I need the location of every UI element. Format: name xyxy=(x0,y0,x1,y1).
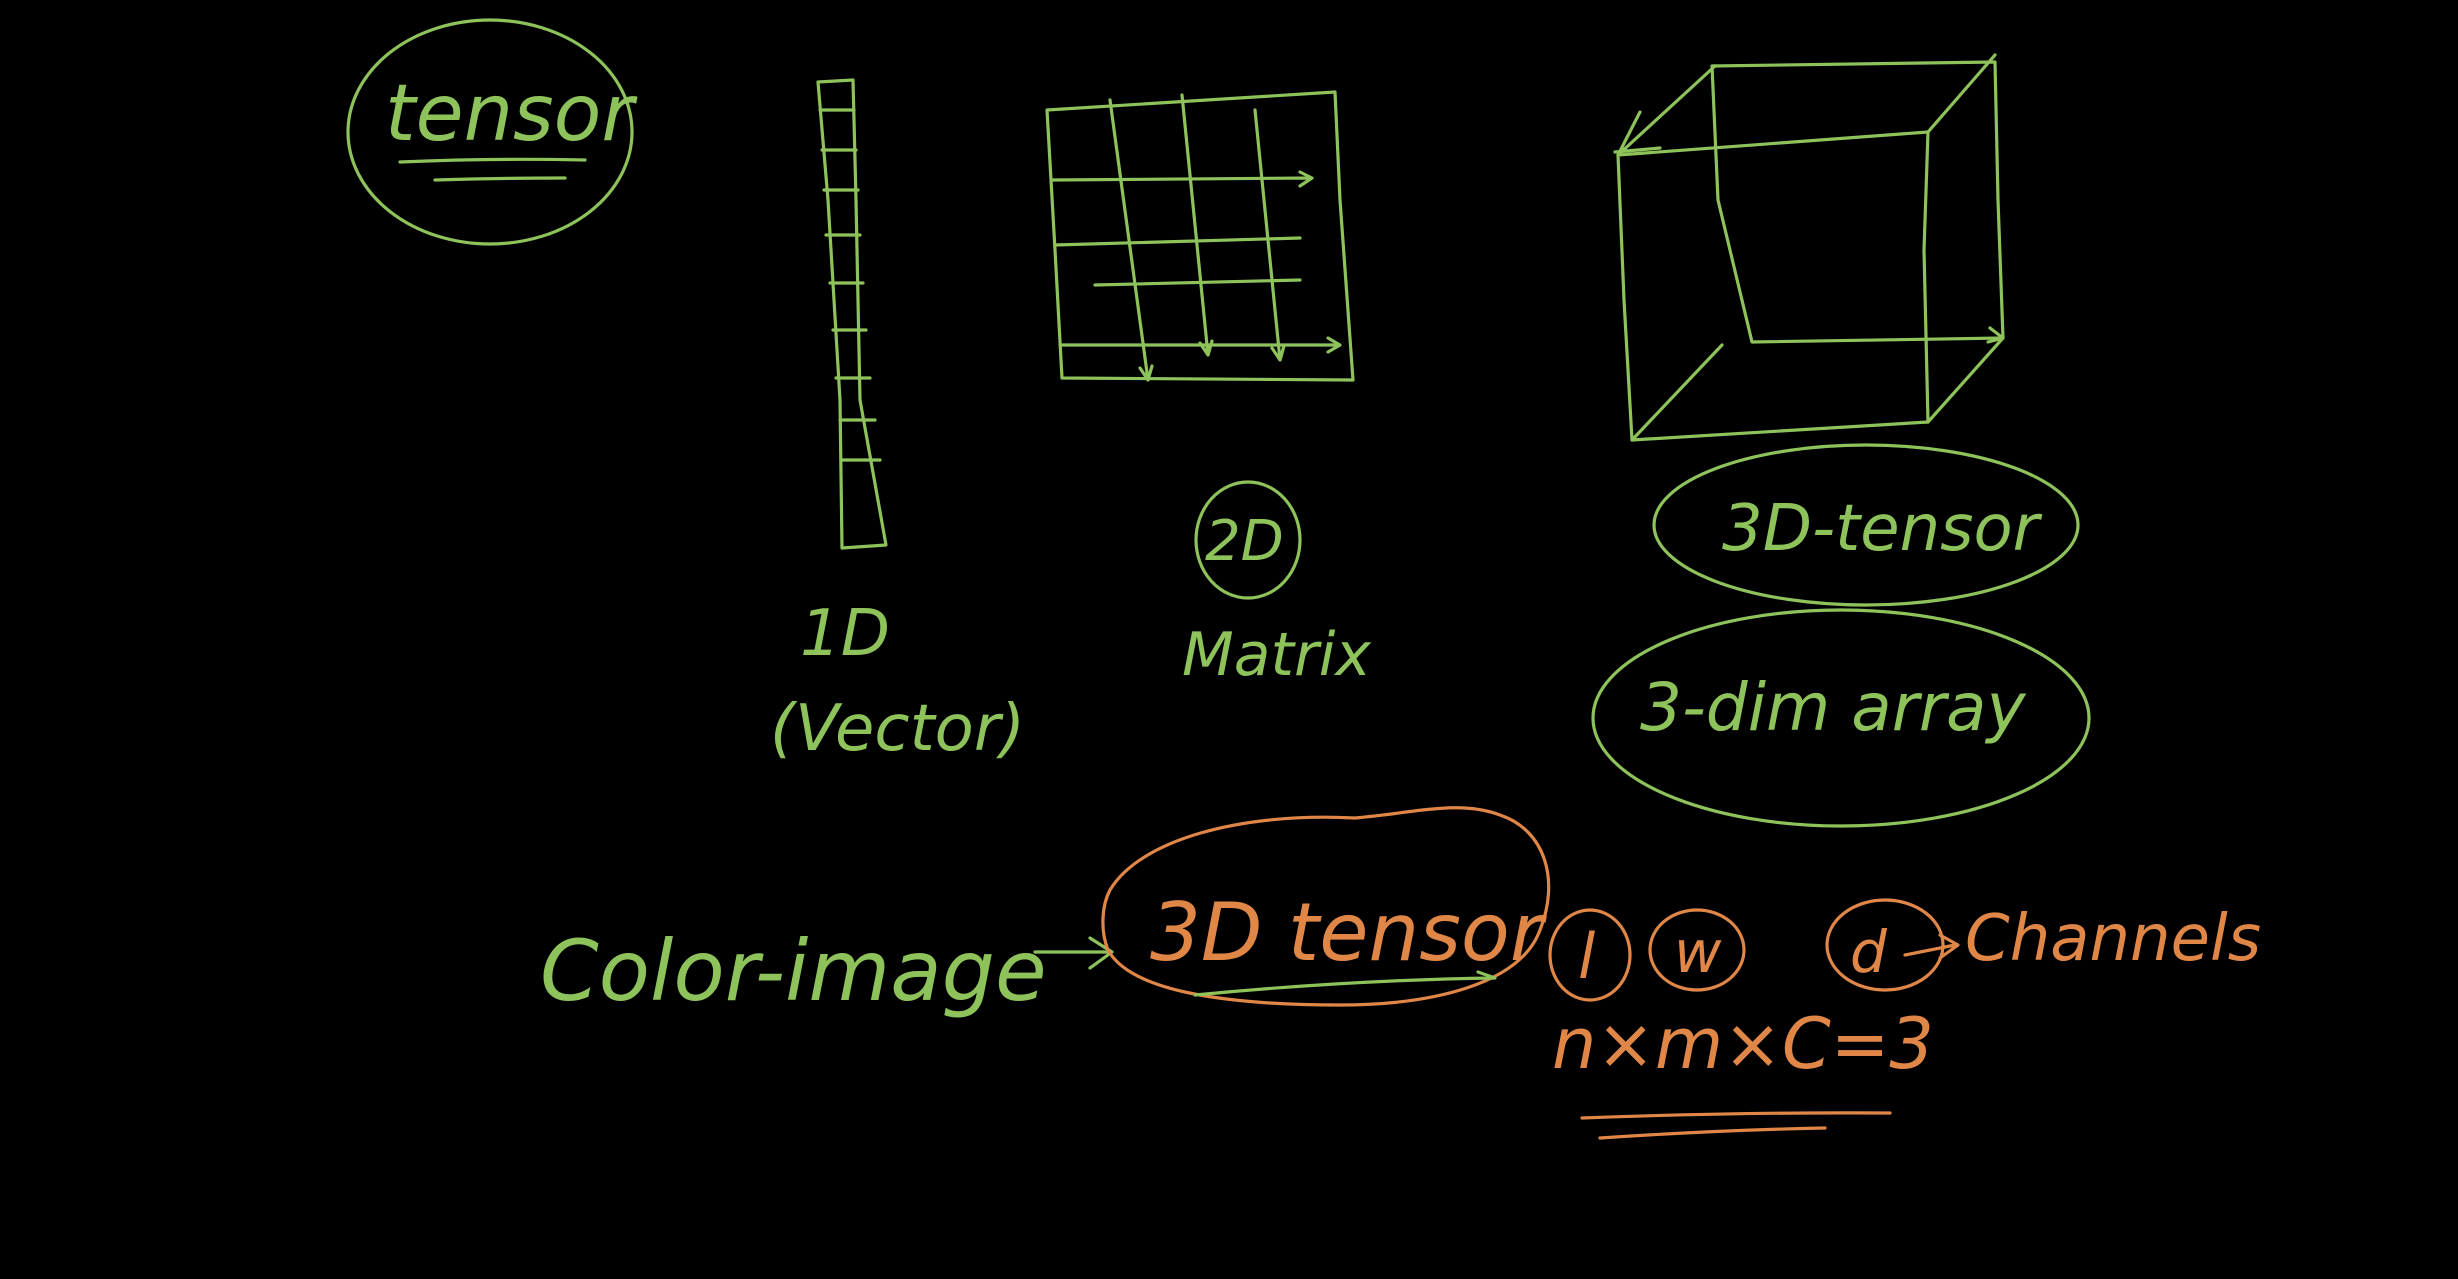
matrix-outline xyxy=(1045,90,1355,382)
matrix-label: Matrix xyxy=(1182,620,1371,690)
tensor-title-underline xyxy=(398,157,587,182)
channels-arrow xyxy=(1903,933,1960,960)
tensor-title-text: tensor xyxy=(385,69,638,159)
cube-front-face xyxy=(1616,130,1930,442)
matrix-columns xyxy=(1108,93,1286,382)
formula-underline xyxy=(1580,1111,1892,1140)
vector-1d-label: 1D xyxy=(800,597,890,671)
three-dim-array-label: 3-dim array xyxy=(1640,669,2026,746)
whiteboard-canvas: tensor 1D (Vector) 2D Matrix 3D-tensor 3… xyxy=(0,0,2458,1274)
whiteboard-svg: tensor 1D (Vector) 2D Matrix 3D-tensor 3… xyxy=(346,18,2261,1140)
three-d-tensor-orange-label: 3D tensor xyxy=(1150,886,1548,979)
dim-w-label: w xyxy=(1674,918,1722,986)
tensor-title-group: tensor xyxy=(346,18,638,246)
dim-d-label: d xyxy=(1850,918,1888,986)
cube-3d-diagram: 3D-tensor 3-dim array xyxy=(1591,53,2091,828)
color-image-label: Color-image xyxy=(540,922,1047,1020)
vector-strip-cells xyxy=(818,108,882,462)
three-d-tensor-label: 3D-tensor xyxy=(1722,492,2043,566)
cube-back-face xyxy=(1710,60,2005,344)
vector-label: (Vector) xyxy=(770,692,1025,766)
vector-1d-diagram: 1D (Vector) xyxy=(770,78,1025,766)
dim-l-label: l xyxy=(1578,920,1595,993)
dimensions-group: l w d Channels n×m×C=3 xyxy=(1548,898,2261,1140)
matrix-2d-label: 2D xyxy=(1205,509,1284,574)
matrix-rows xyxy=(1050,170,1342,354)
matrix-2d-diagram: 2D Matrix xyxy=(1045,90,1371,690)
cube-edges xyxy=(1613,53,2005,442)
color-image-row: Color-image 3D tensor xyxy=(540,806,1551,1020)
formula-label: n×m×C=3 xyxy=(1552,1003,1934,1085)
channels-label: Channels xyxy=(1965,902,2261,976)
